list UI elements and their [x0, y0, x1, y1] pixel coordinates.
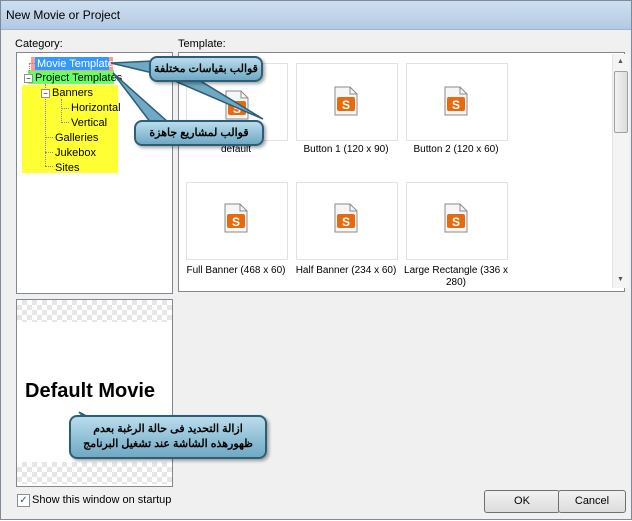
template-label: Template: [178, 38, 226, 50]
svg-text:S: S [233, 102, 241, 116]
scroll-down-icon[interactable]: ▼ [617, 276, 624, 283]
tree-item-sites[interactable]: Sites [55, 161, 79, 175]
tree-line [45, 152, 53, 153]
startup-checkbox[interactable]: ✓ [17, 494, 30, 507]
svg-text:S: S [452, 98, 460, 112]
tree-item-movie-templates[interactable]: Movie Templates [37, 57, 119, 71]
tree-item-horizontal[interactable]: Horizontal [71, 101, 121, 115]
collapse-icon[interactable]: − [24, 73, 33, 83]
svg-text:S: S [452, 215, 460, 229]
template-file-icon: S [444, 86, 468, 116]
tree-item-banners[interactable]: − Banners [41, 86, 93, 100]
ok-button[interactable]: OK [484, 490, 560, 513]
tree-item-label: Banners [52, 87, 93, 99]
template-file-icon: S [334, 203, 358, 233]
tree-item-vertical[interactable]: Vertical [71, 116, 107, 130]
template-file-icon: S [334, 86, 358, 116]
tree-item-label: Project Templates [35, 72, 123, 84]
checker-pattern [17, 300, 172, 322]
tree-line [45, 166, 53, 167]
callout-startup: ازالة التحديد فى حالة الرغبة بعدم ظهورهذ… [69, 415, 267, 459]
template-file-icon: S [225, 90, 249, 120]
template-caption: Half Banner (234 x 60) [295, 265, 397, 276]
tree-line [61, 99, 62, 123]
template-file-icon: S [444, 203, 468, 233]
startup-checkbox-label[interactable]: Show this window on startup [32, 494, 171, 506]
tree-line [61, 122, 69, 123]
checker-pattern [17, 462, 172, 484]
scroll-up-icon[interactable]: ▲ [617, 58, 624, 65]
callout-project-templates: قوالب لمشاريع جاهزة [134, 120, 264, 146]
title-bar: New Movie or Project [1, 1, 631, 30]
window-title: New Movie or Project [6, 8, 121, 22]
tree-line [29, 63, 35, 64]
collapse-icon[interactable]: − [41, 88, 50, 98]
tree-item-galleries[interactable]: Galleries [55, 131, 98, 145]
template-caption: Button 2 (120 x 60) [413, 144, 499, 155]
template-file-icon: S [224, 203, 248, 233]
template-caption: Full Banner (468 x 60) [186, 265, 286, 276]
svg-text:S: S [342, 215, 350, 229]
svg-text:S: S [232, 215, 240, 229]
callout-movie-templates: قوالب بقياسات مختلفة [149, 56, 263, 82]
tree-item-project-templates[interactable]: − Project Templates [24, 71, 122, 85]
scrollbar-thumb[interactable] [614, 71, 628, 133]
tree-line [61, 108, 69, 109]
template-caption: Button 1 (120 x 90) [303, 144, 389, 155]
tree-item-jukebox[interactable]: Jukebox [55, 146, 96, 160]
cancel-button[interactable]: Cancel [558, 490, 626, 513]
category-label: Category: [15, 38, 63, 50]
new-movie-dialog: New Movie or Project Category: Template:… [0, 0, 632, 520]
template-scrollbar[interactable]: ▲ ▼ [612, 54, 629, 288]
template-caption: Large Rectangle (336 x 280) [404, 265, 508, 288]
preview-title: Default Movie [25, 380, 156, 402]
svg-text:S: S [342, 98, 350, 112]
tree-line [45, 137, 53, 138]
